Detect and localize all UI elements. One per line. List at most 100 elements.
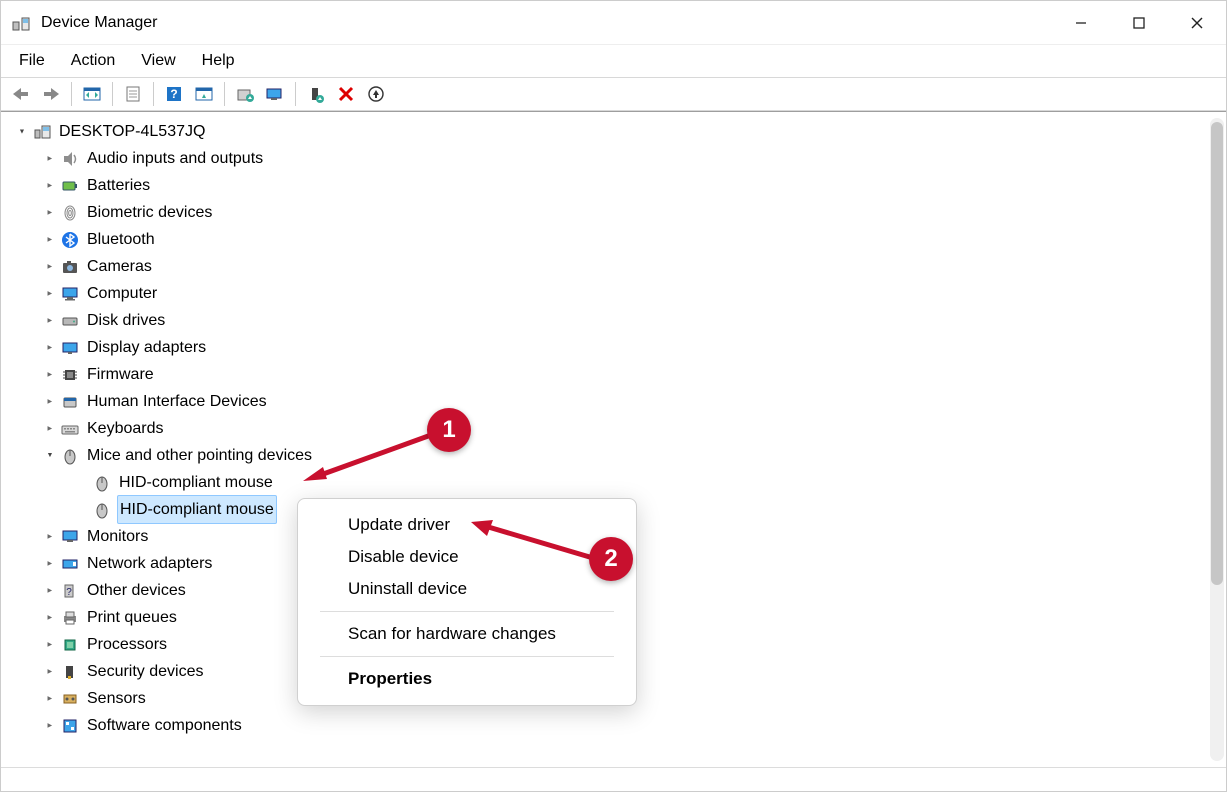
display-adapter-icon — [59, 337, 81, 359]
mouse-icon — [91, 499, 113, 521]
forward-button[interactable] — [37, 81, 65, 107]
sensor-icon — [59, 688, 81, 710]
chevron-right-icon[interactable] — [41, 361, 59, 388]
window-root: Device Manager File Action View Help — [0, 0, 1227, 792]
menu-action[interactable]: Action — [59, 48, 127, 74]
monitor-icon — [59, 526, 81, 548]
hid-icon — [59, 391, 81, 413]
category-keyboards[interactable]: Keyboards — [7, 415, 1226, 442]
monitor-icon — [59, 283, 81, 305]
window-controls — [1052, 1, 1226, 44]
annotation-badge-1: 1 — [427, 408, 471, 452]
category-label: Disk drives — [85, 307, 167, 334]
tree-root[interactable]: DESKTOP-4L537JQ — [7, 118, 1226, 145]
scroll-thumb[interactable] — [1211, 122, 1223, 585]
chevron-right-icon[interactable] — [41, 280, 59, 307]
cm-uninstall-device[interactable]: Uninstall device — [298, 573, 636, 605]
camera-icon — [59, 256, 81, 278]
show-hide-tree-button[interactable] — [78, 81, 106, 107]
properties-button[interactable] — [119, 81, 147, 107]
chevron-right-icon[interactable] — [41, 388, 59, 415]
chevron-right-icon[interactable] — [41, 145, 59, 172]
svg-text:?: ? — [66, 587, 72, 598]
back-button[interactable] — [7, 81, 35, 107]
chevron-right-icon[interactable] — [41, 631, 59, 658]
chevron-right-icon[interactable] — [41, 415, 59, 442]
chevron-right-icon[interactable] — [41, 172, 59, 199]
chevron-right-icon[interactable] — [41, 199, 59, 226]
minimize-button[interactable] — [1052, 1, 1110, 44]
category-disk-drives[interactable]: Disk drives — [7, 307, 1226, 334]
category-label: Other devices — [85, 577, 188, 604]
category-mice[interactable]: Mice and other pointing devices — [7, 442, 1226, 469]
category-audio[interactable]: Audio inputs and outputs — [7, 145, 1226, 172]
chip-icon — [59, 364, 81, 386]
update-driver-button[interactable] — [231, 81, 259, 107]
action-center-button[interactable] — [190, 81, 218, 107]
category-computer[interactable]: Computer — [7, 280, 1226, 307]
category-label: Keyboards — [85, 415, 166, 442]
printer-icon — [59, 607, 81, 629]
vertical-scrollbar[interactable] — [1210, 118, 1224, 761]
category-label: Network adapters — [85, 550, 214, 577]
cm-update-driver[interactable]: Update driver — [298, 509, 636, 541]
chevron-right-icon[interactable] — [41, 550, 59, 577]
chevron-right-icon[interactable] — [41, 334, 59, 361]
chevron-right-icon[interactable] — [41, 253, 59, 280]
category-label: Bluetooth — [85, 226, 157, 253]
chevron-right-icon[interactable] — [41, 658, 59, 685]
category-software-components[interactable]: Software components — [7, 712, 1226, 739]
category-label: Display adapters — [85, 334, 208, 361]
mouse-icon — [91, 472, 113, 494]
enable-device-button[interactable] — [302, 81, 330, 107]
category-display-adapters[interactable]: Display adapters — [7, 334, 1226, 361]
category-bluetooth[interactable]: Bluetooth — [7, 226, 1226, 253]
help-button[interactable]: ? — [160, 81, 188, 107]
category-label: Print queues — [85, 604, 179, 631]
chevron-right-icon[interactable] — [41, 685, 59, 712]
network-adapter-icon — [59, 553, 81, 575]
chevron-right-icon[interactable] — [41, 523, 59, 550]
category-batteries[interactable]: Batteries — [7, 172, 1226, 199]
speaker-icon — [59, 148, 81, 170]
category-label: Batteries — [85, 172, 152, 199]
cm-scan-hardware[interactable]: Scan for hardware changes — [298, 618, 636, 650]
scan-hardware-button[interactable] — [261, 81, 289, 107]
category-label: Processors — [85, 631, 169, 658]
category-cameras[interactable]: Cameras — [7, 253, 1226, 280]
device-label: HID-compliant mouse — [117, 469, 275, 496]
menu-view[interactable]: View — [129, 48, 187, 74]
category-label: Biometric devices — [85, 199, 214, 226]
close-button[interactable] — [1168, 1, 1226, 44]
category-hid[interactable]: Human Interface Devices — [7, 388, 1226, 415]
cm-properties[interactable]: Properties — [298, 663, 636, 695]
uninstall-device-button[interactable] — [362, 81, 390, 107]
device-manager-icon — [11, 13, 31, 33]
chevron-down-icon[interactable] — [13, 118, 31, 145]
svg-text:?: ? — [170, 87, 177, 101]
context-menu: Update driver Disable device Uninstall d… — [297, 498, 637, 706]
computer-icon — [31, 121, 53, 143]
menu-file[interactable]: File — [7, 48, 57, 74]
menu-help[interactable]: Help — [190, 48, 247, 74]
chevron-right-icon[interactable] — [41, 577, 59, 604]
category-label: Firmware — [85, 361, 156, 388]
battery-icon — [59, 175, 81, 197]
cm-disable-device[interactable]: Disable device — [298, 541, 636, 573]
chevron-right-icon[interactable] — [41, 307, 59, 334]
chevron-right-icon[interactable] — [41, 712, 59, 739]
cpu-icon — [59, 634, 81, 656]
disable-device-button[interactable] — [332, 81, 360, 107]
chevron-right-icon[interactable] — [41, 226, 59, 253]
cm-separator — [320, 611, 614, 612]
device-mouse-1[interactable]: HID-compliant mouse — [7, 469, 1226, 496]
chevron-down-icon[interactable] — [41, 442, 59, 469]
chevron-right-icon[interactable] — [41, 604, 59, 631]
maximize-button[interactable] — [1110, 1, 1168, 44]
category-biometric[interactable]: Biometric devices — [7, 199, 1226, 226]
category-label: Audio inputs and outputs — [85, 145, 265, 172]
unknown-device-icon: ? — [59, 580, 81, 602]
category-label: Software components — [85, 712, 244, 739]
content-area: DESKTOP-4L537JQ Audio inputs and outputs… — [1, 111, 1226, 767]
category-firmware[interactable]: Firmware — [7, 361, 1226, 388]
